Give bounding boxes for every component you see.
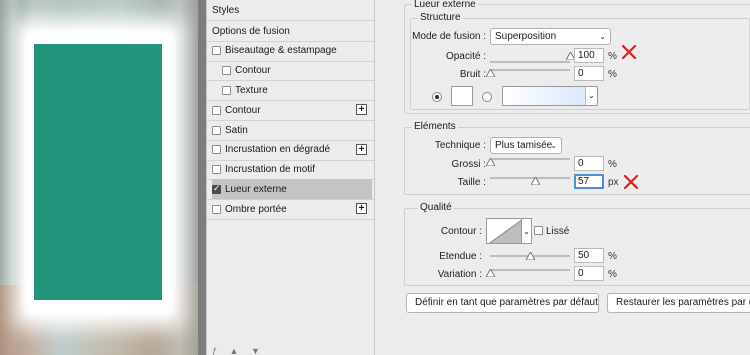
- opacity-unit: %: [608, 51, 617, 62]
- technique-label: Technique :: [434, 140, 486, 151]
- noise-input[interactable]: 0: [574, 66, 604, 81]
- glow-color-swatch[interactable]: [451, 86, 473, 106]
- jitter-slider-track[interactable]: [490, 269, 570, 271]
- style-item-checkbox[interactable]: [212, 125, 221, 135]
- spread-slider-track[interactable]: [490, 158, 570, 160]
- glow-gradient-picker[interactable]: ⌄: [502, 86, 598, 106]
- style-item[interactable]: Incrustation de motif: [212, 160, 372, 180]
- green-rectangle-layer: [34, 44, 162, 300]
- antialias-checkbox[interactable]: [534, 226, 543, 235]
- size-label: Taille :: [457, 177, 486, 188]
- size-input[interactable]: 57: [574, 174, 604, 189]
- style-item-label: Lueur externe: [225, 183, 287, 195]
- style-item-checkbox[interactable]: [212, 183, 221, 194]
- technique-select[interactable]: Plus tamisée ⌄: [490, 137, 562, 154]
- opacity-label: Opacité :: [445, 51, 486, 62]
- style-item-label: Texture: [235, 84, 268, 96]
- chevron-down-icon: ⌄: [550, 141, 557, 150]
- styles-header-label: Styles: [212, 4, 240, 16]
- style-item[interactable]: Ombre portée +: [212, 199, 372, 219]
- spread-input[interactable]: 0: [574, 156, 604, 171]
- style-item[interactable]: Texture: [212, 80, 372, 100]
- style-item[interactable]: Biseautage & estampage: [212, 41, 372, 61]
- structure-legend: Structure: [418, 12, 463, 23]
- noise-label: Bruit :: [459, 69, 486, 80]
- noise-unit: %: [608, 69, 617, 80]
- styles-header[interactable]: Styles: [212, 0, 380, 20]
- gradient-radio[interactable]: [482, 92, 492, 102]
- style-item-checkbox[interactable]: [222, 66, 231, 76]
- chevron-down-icon: ⌄: [599, 32, 606, 41]
- style-item-checkbox[interactable]: [212, 105, 221, 115]
- size-slider-track[interactable]: [490, 177, 570, 179]
- blend-mode-select[interactable]: Superposition ⌄: [490, 28, 611, 45]
- style-item-label: Biseautage & estampage: [225, 45, 337, 57]
- move-down-icon[interactable]: ▼: [251, 346, 260, 355]
- panel-separator: [374, 0, 398, 355]
- style-item[interactable]: Contour: [212, 61, 372, 81]
- style-item-label: Ombre portée: [225, 203, 287, 215]
- noise-slider-thumb[interactable]: [485, 69, 495, 77]
- style-item-checkbox[interactable]: [222, 85, 231, 95]
- style-item-label: Satin: [225, 124, 248, 136]
- color-radio[interactable]: [432, 92, 442, 102]
- chevron-down-icon[interactable]: ⌄: [522, 218, 532, 244]
- style-item-checkbox[interactable]: [212, 145, 221, 155]
- spread-label: Grossi :: [451, 159, 486, 170]
- linear-contour-icon: [488, 219, 521, 243]
- chevron-down-icon: ⌄: [585, 87, 597, 105]
- technique-value: Plus tamisée: [495, 140, 553, 151]
- add-effect-icon[interactable]: +: [356, 104, 367, 116]
- blend-mode-value: Superposition: [495, 31, 557, 42]
- style-item[interactable]: Contour +: [212, 100, 372, 120]
- style-item-label: Contour: [235, 65, 271, 77]
- reset-default-button[interactable]: Restaurer les paramètres par défaut: [607, 293, 750, 313]
- style-item-label: Incrustation en dégradé: [225, 144, 331, 156]
- blend-mode-label: Mode de fusion :: [412, 31, 486, 42]
- style-item-label: Options de fusion: [212, 25, 290, 37]
- style-item[interactable]: Incrustation en dégradé +: [212, 140, 372, 160]
- range-input[interactable]: 50: [574, 248, 604, 263]
- style-item[interactable]: Satin: [212, 120, 372, 140]
- range-label: Etendue :: [439, 251, 482, 262]
- canvas-preview: [0, 0, 206, 355]
- size-slider-thumb[interactable]: [531, 177, 541, 185]
- style-item-checkbox[interactable]: [212, 204, 221, 214]
- contour-label: Contour :: [440, 226, 482, 237]
- outer-glow-panel: Lueur externe Structure Mode de fusion :…: [398, 0, 750, 355]
- style-item-checkbox[interactable]: [212, 46, 221, 56]
- jitter-unit: %: [608, 269, 617, 280]
- style-item-label: Contour: [225, 104, 261, 116]
- style-item[interactable]: Options de fusion: [212, 21, 372, 41]
- noise-slider-track[interactable]: [490, 69, 570, 71]
- outer-glow-title: Lueur externe: [412, 0, 478, 10]
- jitter-label: Variation :: [437, 269, 482, 280]
- make-default-button[interactable]: Définir en tant que paramètres par défau…: [406, 293, 599, 313]
- range-unit: %: [608, 251, 617, 262]
- antialias-label: Lissé: [546, 226, 570, 237]
- range-slider-thumb[interactable]: [525, 252, 535, 260]
- contour-preview[interactable]: [486, 218, 522, 244]
- style-item[interactable]: Lueur externe: [212, 179, 372, 200]
- add-effect-icon[interactable]: +: [356, 203, 367, 215]
- red-x-annotation-icon: [621, 44, 637, 60]
- add-effect-icon[interactable]: +: [356, 143, 367, 155]
- opacity-input[interactable]: 100: [574, 48, 604, 63]
- style-item-label: Incrustation de motif: [225, 164, 316, 176]
- canvas-edge: [198, 0, 206, 355]
- fx-icon[interactable]: ƒ: [212, 346, 217, 355]
- spread-unit: %: [608, 159, 617, 170]
- opacity-slider-track[interactable]: [490, 61, 570, 63]
- styles-divider: [206, 219, 374, 220]
- style-item-checkbox[interactable]: [212, 165, 221, 175]
- jitter-input[interactable]: 0: [574, 266, 604, 281]
- move-up-icon[interactable]: ▲: [230, 346, 239, 355]
- elements-legend: Eléments: [412, 121, 458, 132]
- quality-legend: Qualité: [418, 202, 454, 213]
- red-x-annotation-icon: [623, 174, 639, 190]
- spread-slider-thumb[interactable]: [485, 158, 495, 166]
- styles-bottom-toolbar: ƒ ▲ ▼ 🗑: [212, 346, 372, 355]
- jitter-slider-thumb[interactable]: [485, 269, 495, 277]
- size-unit: px: [608, 177, 619, 188]
